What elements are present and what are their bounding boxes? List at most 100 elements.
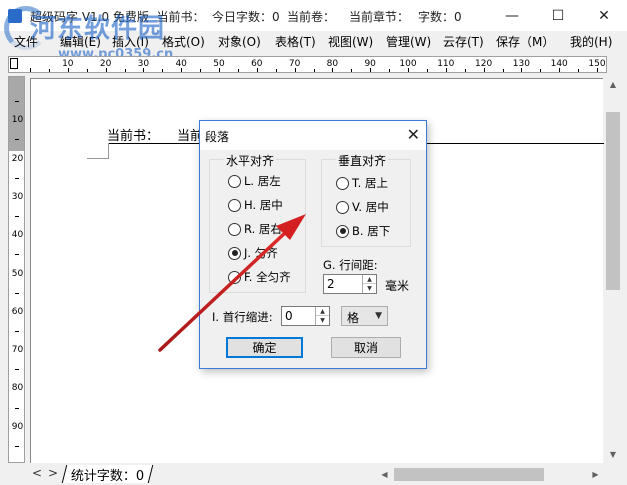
ruler-tick: [200, 69, 202, 72]
radio-button[interactable]: [228, 222, 241, 236]
ruler-number: 120: [475, 59, 493, 69]
menu-object[interactable]: 对象(O): [218, 33, 261, 50]
radio-label: V. 居中: [352, 200, 389, 214]
ruler-tick: [15, 445, 19, 447]
line-spacing-spinner[interactable]: 2 ▲ ▼: [323, 274, 377, 294]
radio-label: F. 全匀齐: [244, 270, 291, 284]
spin-down-icon[interactable]: ▼: [363, 284, 376, 293]
radio-label: R. 居右: [244, 222, 282, 236]
menu-cloud[interactable]: 云存(T): [443, 33, 484, 50]
ruler-tick: [15, 292, 19, 294]
scroll-up-icon[interactable]: ▲: [604, 76, 622, 93]
ruler-number: 40: [175, 59, 187, 69]
ruler-tick: [502, 69, 504, 72]
ruler-indent-marker[interactable]: [10, 58, 18, 69]
horizontal-align-option[interactable]: J. 匀齐: [228, 245, 278, 261]
word-count: 字数：0: [418, 10, 462, 24]
radio-button[interactable]: [228, 246, 241, 260]
line-spacing-unit: 毫米: [385, 279, 410, 293]
horizontal-align-label: 水平对齐: [224, 152, 277, 169]
vertical-align-label: 垂直对齐: [336, 152, 389, 169]
radio-button[interactable]: [336, 224, 349, 238]
radio-label: B. 居下: [352, 224, 391, 238]
menu-insert[interactable]: 插入(I): [112, 33, 149, 50]
radio-button[interactable]: [228, 270, 241, 284]
ruler-tick: [15, 254, 19, 256]
ruler-tick: [15, 216, 19, 218]
vertical-align-option[interactable]: B. 居下: [336, 223, 390, 239]
radio-label: L. 居左: [244, 174, 281, 188]
menu-view[interactable]: 视图(W): [328, 33, 373, 50]
vertical-scrollbar[interactable]: ▲ ▼: [604, 76, 622, 463]
ruler-number: 80: [11, 383, 24, 394]
dialog-close-icon[interactable]: ✕: [407, 125, 420, 144]
horizontal-align-option[interactable]: F. 全匀齐: [228, 269, 291, 285]
scroll-left-icon[interactable]: ◀: [376, 466, 393, 483]
menu-save[interactable]: 保存（M）: [496, 33, 554, 50]
radio-button[interactable]: [228, 198, 241, 212]
ruler-tick: [162, 69, 164, 72]
horizontal-ruler[interactable]: 10 20 30 40 50 60 70 80 90 100 110 120 130 140 150: [8, 56, 607, 73]
ruler-tick: [124, 69, 126, 72]
horizontal-scrollbar[interactable]: ◀ ▶: [376, 466, 604, 483]
ruler-number: 10: [11, 115, 24, 126]
radio-button[interactable]: [336, 200, 349, 214]
ruler-tick: [389, 69, 391, 72]
ruler-number: 150: [588, 59, 606, 69]
ruler-number: 50: [11, 268, 24, 279]
radio-button[interactable]: [336, 176, 349, 190]
maximize-button[interactable]: ☐: [535, 0, 581, 31]
menu-manage[interactable]: 管理(W): [386, 33, 431, 50]
ruler-number: 100: [399, 59, 417, 69]
menu-bar: 文件 编辑(E) 插入(I) 格式(O) 对象(O) 表格(T) 视图(W) 管…: [0, 31, 627, 51]
ruler-number: 30: [137, 59, 150, 69]
menu-table[interactable]: 表格(T): [275, 33, 316, 50]
word-stats-label: 统计字数：0: [70, 469, 145, 484]
ruler-tick: [15, 407, 19, 409]
menu-format[interactable]: 格式(O): [162, 33, 205, 50]
paragraph-dialog: 段落 ✕ 水平对齐 垂直对齐 G. 行间距: 2 ▲ ▼ 毫米 I. 首行缩进:…: [199, 120, 427, 369]
radio-label: T. 居上: [352, 176, 388, 190]
scroll-right-icon[interactable]: ▶: [587, 466, 604, 483]
ruler-tick: [313, 69, 315, 72]
menu-edit[interactable]: 编辑(E): [60, 33, 101, 50]
vertical-ruler[interactable]: 10 20 30 40 50 60 70 80 90: [8, 76, 25, 463]
close-button[interactable]: ✕: [581, 0, 627, 31]
first-indent-label: I. 首行缩进:: [212, 310, 273, 324]
ruler-number: 130: [512, 59, 530, 69]
tab-next-button[interactable]: >: [48, 466, 58, 480]
ruler-number: 90: [11, 421, 24, 432]
vertical-scroll-thumb[interactable]: [606, 112, 620, 290]
horizontal-align-option[interactable]: R. 居右: [228, 221, 282, 237]
horizontal-align-option[interactable]: H. 居中: [228, 197, 283, 213]
menu-mine[interactable]: 我的(H): [570, 33, 612, 50]
vertical-align-option[interactable]: T. 居上: [336, 175, 388, 191]
bottom-bar: < > 统计字数：0 ◀ ▶: [0, 463, 627, 485]
ruler-tick: [15, 177, 19, 179]
horizontal-align-option[interactable]: L. 居左: [228, 173, 281, 189]
spin-up-icon[interactable]: ▲: [316, 307, 329, 316]
cancel-button[interactable]: 取消: [331, 337, 401, 358]
first-indent-spinner[interactable]: 0 ▲ ▼: [281, 306, 330, 326]
ruler-tick: [86, 69, 88, 72]
menu-file[interactable]: 文件: [14, 33, 38, 50]
indent-unit-select[interactable]: 格 ▼: [341, 306, 388, 326]
horizontal-scroll-thumb[interactable]: [394, 468, 544, 481]
vertical-align-option[interactable]: V. 居中: [336, 199, 389, 215]
ok-button[interactable]: 确定: [226, 337, 303, 358]
window-title: 超级码字 V1.0 免费版 当前书：: [30, 10, 205, 24]
title-bar: 超级码字 V1.0 免费版 当前书： 今日字数：0 当前卷： 当前章节： 字数：…: [0, 0, 627, 31]
ruler-number: 60: [11, 306, 24, 317]
spin-down-icon[interactable]: ▼: [316, 316, 329, 325]
dialog-title: 段落: [205, 130, 230, 144]
radio-button[interactable]: [228, 174, 241, 188]
scroll-down-icon[interactable]: ▼: [604, 446, 622, 463]
word-stats-tab[interactable]: 统计字数：0: [61, 465, 154, 484]
spin-up-icon[interactable]: ▲: [363, 275, 376, 284]
minimize-button[interactable]: —: [489, 0, 535, 31]
ruler-number: 70: [11, 345, 24, 356]
tab-prev-button[interactable]: <: [32, 466, 42, 480]
ruler-number: 40: [11, 230, 24, 241]
ruler-number: 80: [326, 59, 339, 69]
ruler-tick: [464, 69, 466, 72]
